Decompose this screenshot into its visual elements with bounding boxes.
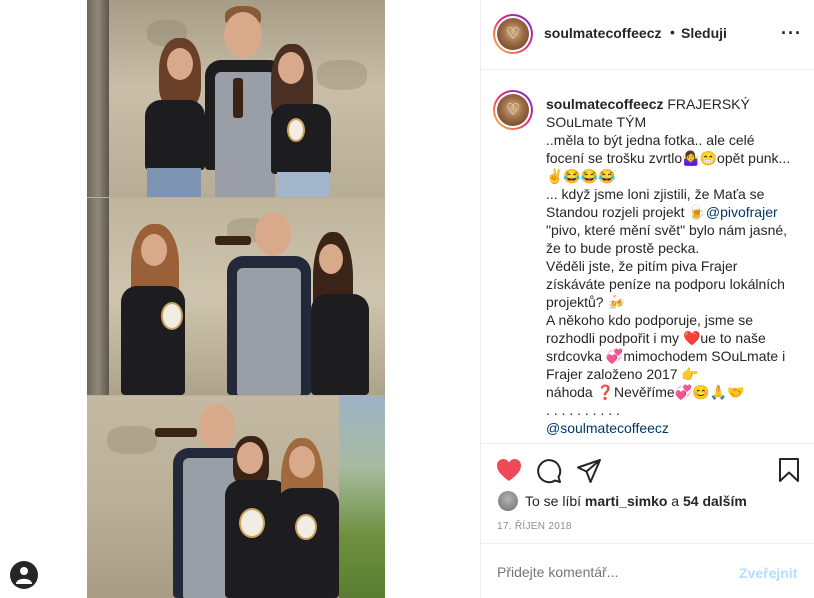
person-shirt [145, 100, 205, 170]
post-comment-button[interactable]: Zveřejnit [739, 565, 797, 581]
person-head [167, 48, 193, 80]
heart-icon[interactable] [496, 458, 522, 487]
meadow-background [339, 396, 385, 598]
caption-line: získáváte peníze na podporu lokálních [546, 276, 785, 292]
mention-link[interactable]: @soulmatecoffeecz [546, 419, 802, 437]
comment-bar: Zveřejnit [481, 543, 814, 598]
frajer-logo [239, 508, 265, 538]
caption-line: focení se trošku zvrtlo🤷‍♀️😁opět punk... [546, 150, 791, 166]
beer-bottle [155, 428, 197, 437]
caption-line: ..měla to být jedna fotka.. ale celé [546, 132, 755, 148]
mention-link[interactable]: @pivofrajer [706, 204, 778, 220]
wall-stone [107, 426, 157, 454]
following-button[interactable]: Sleduji [681, 25, 727, 41]
frajer-logo [287, 118, 305, 142]
caption-line: srdcovka 💞mimochodem SOuLmate i [546, 348, 786, 364]
liker-username[interactable]: marti_simko [585, 493, 667, 509]
frajer-logo [295, 514, 317, 540]
person-head [224, 12, 262, 58]
wooden-door [87, 0, 109, 197]
caption-line: Standou rozjeli projekt 🍺@pivofrajer [546, 204, 778, 220]
author-avatar[interactable] [493, 14, 533, 54]
post-sidebar: soulmatecoffeecz • Sleduji ··· soulmatec… [480, 0, 814, 598]
person-apron [215, 72, 275, 197]
person-head [199, 404, 235, 450]
person-shirt [277, 488, 339, 598]
photo-panel-top [87, 0, 385, 197]
caption-line: projektů? 🍻 [546, 294, 625, 310]
person-head [289, 446, 315, 478]
caption-line: SOuLmate TÝM [546, 114, 647, 130]
bookmark-icon[interactable] [777, 457, 801, 488]
instagram-post-page: soulmatecoffeecz • Sleduji ··· soulmatec… [0, 0, 814, 598]
wooden-door [87, 198, 109, 395]
caption-line: rozhodli podpořit i my ❤️ue to naše [546, 330, 766, 346]
person-head [255, 212, 291, 256]
user-profile-icon[interactable] [10, 561, 38, 589]
liker-avatar[interactable] [498, 491, 518, 511]
author-username[interactable]: soulmatecoffeecz [544, 25, 661, 41]
caption-line: "pivo, které mění svět" bylo nám jasné, [546, 222, 788, 238]
person-jeans [147, 168, 201, 197]
caption-line: Frajer založeno 2017 👉 [546, 366, 699, 382]
frajer-logo [161, 302, 183, 330]
caption-author-avatar[interactable] [493, 90, 533, 130]
separator-dot: • [670, 24, 675, 40]
beer-emoji: 🍺 [688, 204, 706, 220]
post-photo[interactable] [87, 0, 385, 598]
person-head [278, 52, 304, 84]
person-head [319, 244, 343, 274]
caption-line: ... když jsme loni zjistili, že Maťa se [546, 186, 765, 202]
post-media-area [0, 0, 480, 598]
person-head [237, 442, 263, 474]
more-options-icon[interactable]: ··· [781, 24, 802, 42]
post-caption: soulmatecoffeecz FRAJERSKÝ SOuLmate TÝM … [546, 95, 802, 437]
caption-line: . . . . . . . . . . [546, 402, 620, 418]
caption-line: náhoda ❓Nevěříme💞😊🙏🤝 [546, 384, 745, 400]
person-shirt [311, 294, 369, 395]
share-icon[interactable] [576, 458, 602, 489]
caption-line: soulmatecoffeecz FRAJERSKÝ [546, 96, 750, 112]
post-header: soulmatecoffeecz • Sleduji ··· [481, 0, 814, 70]
post-actions: To se líbí marti_simko a 54 dalším 17. Ř… [481, 443, 814, 543]
comment-input[interactable] [497, 564, 717, 580]
caption-line: že to bude prostě pecka. [546, 240, 700, 256]
caption-username[interactable]: soulmatecoffeecz [546, 96, 663, 112]
beer-bottle [215, 236, 251, 245]
likes-summary: To se líbí marti_simko a 54 dalším [525, 493, 747, 509]
beer-bottle [233, 78, 243, 118]
person-apron [237, 268, 301, 395]
photo-panel-bottom [87, 396, 385, 598]
caption-line: ✌️😂😂😂 [546, 168, 616, 184]
person-jeans [277, 172, 329, 197]
post-timestamp[interactable]: 17. ŘÍJEN 2018 [497, 521, 572, 532]
caption-section: soulmatecoffeecz FRAJERSKÝ SOuLmate TÝM … [481, 71, 814, 443]
likes-others-link[interactable]: 54 dalším [683, 493, 747, 509]
comment-icon[interactable] [536, 458, 562, 489]
photo-panel-middle [87, 198, 385, 395]
wall-stone [317, 60, 367, 90]
caption-line: A někoho kdo podporuje, jsme se [546, 312, 754, 328]
caption-line: Věděli jste, že pitím piva Frajer [546, 258, 738, 274]
person-head [141, 234, 167, 266]
